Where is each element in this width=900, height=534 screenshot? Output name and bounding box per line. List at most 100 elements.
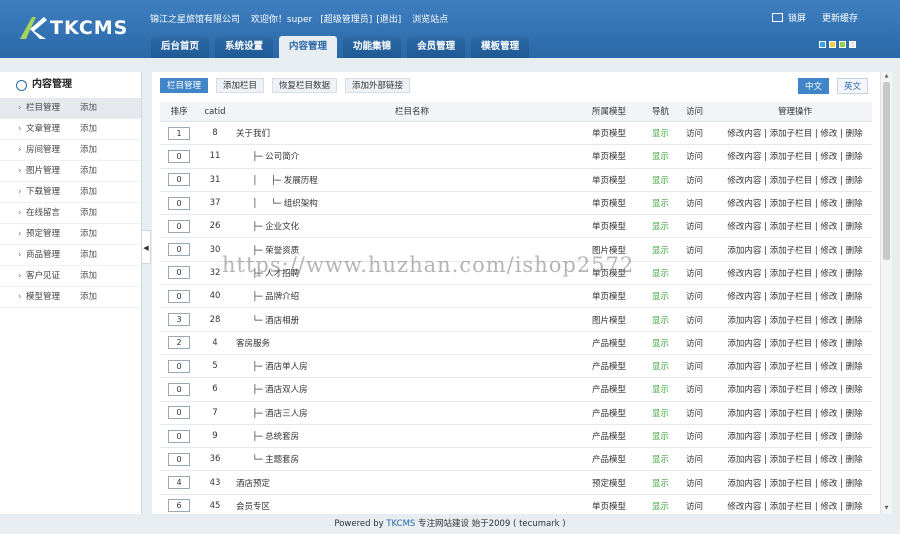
nav-show-toggle[interactable]: 显示 — [652, 150, 686, 162]
category-name[interactable]: 会员专区 — [232, 500, 592, 512]
row-operations[interactable]: 添加内容 | 添加子栏目 | 修改 | 删除 — [720, 430, 870, 442]
nav-show-toggle[interactable]: 显示 — [652, 290, 686, 302]
sidebar-item-label[interactable]: 下载管理 — [26, 182, 80, 202]
language-button[interactable]: 英文 — [836, 78, 868, 94]
row-operations[interactable]: 修改内容 | 添加子栏目 | 修改 | 删除 — [720, 150, 870, 162]
nav-show-toggle[interactable]: 显示 — [652, 477, 686, 489]
sidebar-item-label[interactable]: 客户见证 — [26, 266, 80, 286]
sort-input[interactable]: 0 — [168, 266, 190, 280]
sort-input[interactable]: 2 — [168, 336, 190, 350]
visit-link[interactable]: 访问 — [686, 453, 720, 465]
sidebar-item[interactable]: › 栏目管理 添加 — [0, 98, 141, 119]
visit-link[interactable]: 访问 — [686, 383, 720, 395]
sidebar-item[interactable]: › 预定管理 添加 — [0, 224, 141, 245]
sidebar-item-label[interactable]: 文章管理 — [26, 119, 80, 139]
skin-swatch[interactable] — [839, 41, 846, 48]
browse-site-link[interactable]: 浏览站点 — [412, 15, 448, 25]
row-operations[interactable]: 修改内容 | 添加子栏目 | 修改 | 删除 — [720, 220, 870, 232]
sidebar-item-label[interactable]: 模型管理 — [26, 287, 80, 307]
sidebar-add-link[interactable]: 添加 — [80, 98, 97, 118]
skin-swatch[interactable] — [849, 41, 856, 48]
nav-tab[interactable]: 系统设置 — [215, 36, 274, 58]
sidebar-item[interactable]: › 模型管理 添加 — [0, 287, 141, 308]
category-name[interactable]: ├─ 品牌介绍 — [232, 290, 592, 302]
category-name[interactable]: │ ├─ 发展历程 — [232, 174, 592, 186]
category-name[interactable]: └─ 酒店相册 — [232, 314, 592, 326]
toolbar-button[interactable]: 添加栏目 — [216, 78, 265, 93]
sort-input[interactable]: 0 — [168, 382, 190, 396]
category-name[interactable]: │ └─ 组织架构 — [232, 197, 592, 209]
row-operations[interactable]: 添加内容 | 添加子栏目 | 修改 | 删除 — [720, 244, 870, 256]
nav-show-toggle[interactable]: 显示 — [652, 244, 686, 256]
sidebar-item[interactable]: › 客户见证 添加 — [0, 266, 141, 287]
category-name[interactable]: ├─ 荣誉资质 — [232, 244, 592, 256]
role-link[interactable]: [超级管理员] — [320, 15, 372, 25]
sort-input[interactable]: 0 — [168, 149, 190, 163]
visit-link[interactable]: 访问 — [686, 267, 720, 279]
sort-input[interactable]: 0 — [168, 173, 190, 187]
row-operations[interactable]: 添加内容 | 添加子栏目 | 修改 | 删除 — [720, 314, 870, 326]
sidebar-add-link[interactable]: 添加 — [80, 224, 97, 244]
visit-link[interactable]: 访问 — [686, 477, 720, 489]
row-operations[interactable]: 添加内容 | 添加子栏目 | 修改 | 删除 — [720, 477, 870, 489]
visit-link[interactable]: 访问 — [686, 360, 720, 372]
category-name[interactable]: ├─ 公司简介 — [232, 150, 592, 162]
row-operations[interactable]: 修改内容 | 添加子栏目 | 修改 | 删除 — [720, 174, 870, 186]
visit-link[interactable]: 访问 — [686, 220, 720, 232]
visit-link[interactable]: 访问 — [686, 127, 720, 139]
sort-input[interactable]: 3 — [168, 313, 190, 327]
sort-input[interactable]: 0 — [168, 406, 190, 420]
sort-input[interactable]: 4 — [168, 476, 190, 490]
nav-tab[interactable]: 后台首页 — [151, 36, 210, 58]
visit-link[interactable]: 访问 — [686, 290, 720, 302]
toolbar-button[interactable]: 栏目管理 — [160, 78, 209, 93]
row-operations[interactable]: 修改内容 | 添加子栏目 | 修改 | 删除 — [720, 197, 870, 209]
skin-swatch[interactable] — [819, 41, 826, 48]
language-button[interactable]: 中文 — [797, 78, 829, 94]
sort-input[interactable]: 0 — [168, 243, 190, 257]
vertical-scrollbar[interactable]: ▲ ▼ — [880, 72, 892, 514]
scroll-down-icon[interactable]: ▼ — [881, 505, 892, 513]
sort-input[interactable]: 0 — [168, 219, 190, 233]
sidebar-item-label[interactable]: 商品管理 — [26, 245, 80, 265]
row-operations[interactable]: 修改内容 | 添加子栏目 | 修改 | 删除 — [720, 127, 870, 139]
nav-show-toggle[interactable]: 显示 — [652, 407, 686, 419]
category-name[interactable]: ├─ 总统套房 — [232, 430, 592, 442]
sidebar-add-link[interactable]: 添加 — [80, 266, 97, 286]
refresh-cache-button[interactable]: 更新缓存 — [822, 11, 858, 24]
sidebar-item-label[interactable]: 房间管理 — [26, 140, 80, 160]
skin-swatch[interactable] — [829, 41, 836, 48]
scrollbar-thumb[interactable] — [883, 82, 890, 260]
nav-show-toggle[interactable]: 显示 — [652, 453, 686, 465]
visit-link[interactable]: 访问 — [686, 197, 720, 209]
nav-show-toggle[interactable]: 显示 — [652, 500, 686, 512]
sort-input[interactable]: 6 — [168, 499, 190, 513]
visit-link[interactable]: 访问 — [686, 314, 720, 326]
toolbar-button[interactable]: 恢复栏目数据 — [272, 78, 338, 93]
sort-input[interactable]: 0 — [168, 429, 190, 443]
row-operations[interactable]: 添加内容 | 添加子栏目 | 修改 | 删除 — [720, 453, 870, 465]
sidebar-item[interactable]: › 文章管理 添加 — [0, 119, 141, 140]
row-operations[interactable]: 添加内容 | 添加子栏目 | 修改 | 删除 — [720, 337, 870, 349]
category-name[interactable]: ├─ 酒店三人房 — [232, 407, 592, 419]
logo[interactable]: TKCMS — [18, 14, 128, 42]
sidebar-item[interactable]: › 商品管理 添加 — [0, 245, 141, 266]
visit-link[interactable]: 访问 — [686, 407, 720, 419]
sidebar-item-label[interactable]: 栏目管理 — [26, 98, 80, 118]
category-name[interactable]: ├─ 酒店双人房 — [232, 383, 592, 395]
nav-show-toggle[interactable]: 显示 — [652, 220, 686, 232]
sidebar-add-link[interactable]: 添加 — [80, 245, 97, 265]
sidebar-collapse-button[interactable]: ◀ — [142, 230, 151, 264]
sidebar-add-link[interactable]: 添加 — [80, 119, 97, 139]
nav-tab[interactable]: 模板管理 — [471, 36, 530, 58]
nav-show-toggle[interactable]: 显示 — [652, 314, 686, 326]
sort-input[interactable]: 1 — [168, 126, 190, 140]
logout-link[interactable]: [退出] — [376, 15, 401, 25]
nav-show-toggle[interactable]: 显示 — [652, 430, 686, 442]
nav-show-toggle[interactable]: 显示 — [652, 383, 686, 395]
nav-tab[interactable]: 内容管理 — [279, 36, 338, 58]
sidebar-item[interactable]: › 下载管理 添加 — [0, 182, 141, 203]
nav-tab[interactable]: 功能集锦 — [343, 36, 402, 58]
visit-link[interactable]: 访问 — [686, 430, 720, 442]
nav-tab[interactable]: 会员管理 — [407, 36, 466, 58]
